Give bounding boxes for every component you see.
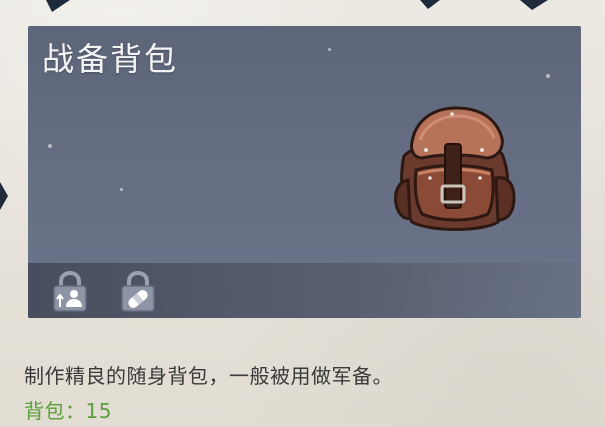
item-preview-panel: 战备背包 (28, 26, 581, 318)
item-stat: 背包：15 (24, 395, 112, 424)
snowflake (120, 188, 123, 191)
snowflake (48, 144, 52, 148)
item-tags-bar (28, 263, 581, 318)
lock-bandage-icon[interactable] (118, 271, 158, 313)
item-description: 制作精良的随身背包，一般被用做军备。 (24, 364, 393, 388)
lock-person-icon[interactable] (50, 271, 90, 313)
item-name: 战备背包 (42, 40, 179, 78)
item-detail-card: 战备背包 制作精良的随身背包，一般被用做军备。 背包：15 (0, 0, 605, 427)
backpack-icon (394, 106, 516, 231)
snowflake (328, 48, 331, 51)
snowflake (546, 74, 550, 78)
stat-value: 15 (85, 399, 112, 423)
stat-label: 背包： (24, 399, 86, 423)
